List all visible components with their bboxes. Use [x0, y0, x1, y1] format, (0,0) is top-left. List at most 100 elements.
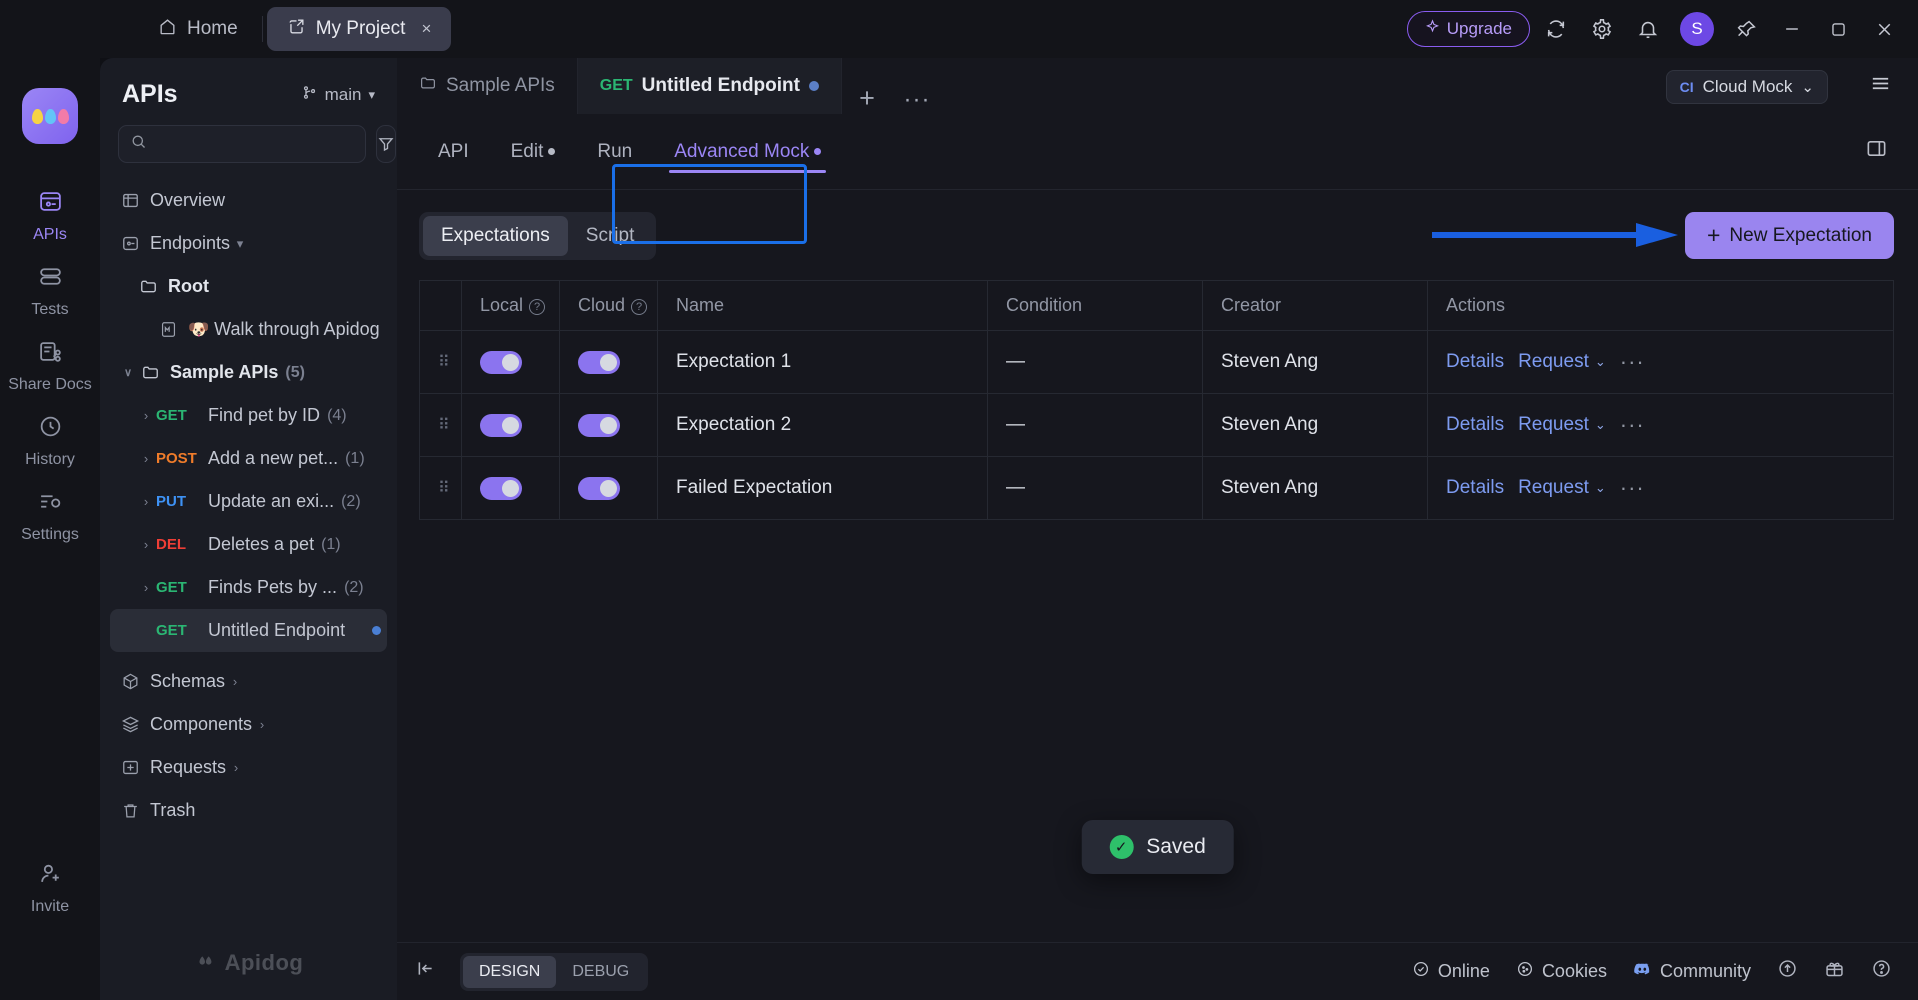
more-actions-icon[interactable]: ···: [1620, 412, 1645, 438]
drag-handle-icon[interactable]: ⠿: [419, 330, 462, 394]
sidebar-folder-root[interactable]: Root: [110, 265, 387, 308]
close-icon[interactable]: [1864, 9, 1904, 49]
drag-handle-icon[interactable]: ⠿: [419, 393, 462, 457]
mock-environment-selector[interactable]: CI Cloud Mock ⌄: [1665, 70, 1828, 104]
segment-script[interactable]: Script: [568, 216, 653, 256]
help-icon[interactable]: ?: [529, 299, 546, 315]
upgrade-button[interactable]: Upgrade: [1406, 11, 1530, 47]
drag-handle-icon[interactable]: ⠿: [419, 456, 462, 520]
window-tab-my-project[interactable]: My Project ×: [266, 7, 452, 51]
sidebar-endpoint-add-a-new-pet[interactable]: › POST Add a new pet... (1): [110, 437, 387, 480]
rail-item-invite[interactable]: Invite: [0, 844, 100, 1000]
chevron-down-icon[interactable]: ⌄: [1595, 417, 1606, 433]
status-community[interactable]: Community: [1633, 960, 1751, 984]
rail-item-apis[interactable]: APIs: [0, 172, 100, 247]
collapse-panel-icon[interactable]: [415, 958, 436, 985]
chevron-down-icon[interactable]: ∨: [118, 366, 138, 379]
new-expectation-button[interactable]: + New Expectation: [1684, 212, 1894, 259]
chevron-down-icon[interactable]: ▾: [230, 236, 250, 252]
request-link[interactable]: Request: [1518, 414, 1589, 436]
sidebar-item-trash[interactable]: Trash: [110, 789, 387, 832]
close-tab-icon[interactable]: ×: [421, 19, 431, 39]
avatar[interactable]: S: [1680, 12, 1714, 46]
more-actions-icon[interactable]: ···: [1620, 349, 1645, 375]
branch-label: main: [324, 84, 362, 104]
upload-icon[interactable]: [1777, 958, 1798, 985]
pin-icon[interactable]: [1726, 9, 1766, 49]
sidebar-folder-sample-apis[interactable]: ∨ Sample APIs (5): [110, 351, 387, 394]
cloud-toggle[interactable]: [578, 413, 620, 437]
chevron-right-icon[interactable]: ›: [136, 580, 156, 595]
details-link[interactable]: Details: [1446, 351, 1504, 373]
rail-item-history[interactable]: History: [0, 397, 100, 472]
local-toggle[interactable]: [480, 413, 522, 437]
sidebar-item-components[interactable]: Components ›: [110, 703, 387, 746]
chevron-right-icon[interactable]: ›: [226, 760, 246, 775]
status-cookies[interactable]: Cookies: [1516, 960, 1607, 983]
schemas-icon: [118, 672, 142, 691]
panel-toggle-icon[interactable]: [1865, 137, 1888, 166]
chevron-right-icon[interactable]: ›: [136, 537, 156, 552]
search-box[interactable]: [118, 125, 366, 163]
search-input[interactable]: [155, 135, 354, 153]
maximize-icon[interactable]: [1818, 9, 1858, 49]
cloud-toggle[interactable]: [578, 350, 620, 374]
new-tab-button[interactable]: +: [842, 83, 892, 114]
table-row[interactable]: ⠿ Failed Expectation — Steven Ang Detail…: [419, 456, 1894, 520]
local-toggle[interactable]: [480, 350, 522, 374]
chevron-down-icon[interactable]: ⌄: [1595, 354, 1606, 370]
rail-item-share-docs[interactable]: Share Docs: [0, 322, 100, 397]
sidebar-endpoint-finds-pets-by-status[interactable]: › GET Finds Pets by ... (2): [110, 566, 387, 609]
mode-design[interactable]: DESIGN: [463, 955, 557, 988]
tab-advanced-mock[interactable]: Advanced Mock: [653, 114, 842, 190]
sidebar-item-requests[interactable]: Requests ›: [110, 746, 387, 789]
bell-icon[interactable]: [1628, 9, 1668, 49]
request-link[interactable]: Request: [1518, 351, 1589, 373]
table-row[interactable]: ⠿ Expectation 2 — Steven Ang Details Req…: [419, 393, 1894, 457]
expectations-table: Local? Cloud? Name Condition Creator Act…: [419, 280, 1894, 520]
sidebar-endpoint-find-pet-by-id[interactable]: › GET Find pet by ID (4): [110, 394, 387, 437]
rail-item-tests[interactable]: Tests: [0, 247, 100, 322]
tab-api[interactable]: API: [417, 114, 490, 190]
details-link[interactable]: Details: [1446, 414, 1504, 436]
gift-icon[interactable]: [1824, 958, 1845, 985]
more-actions-icon[interactable]: ···: [1620, 475, 1645, 501]
tab-edit[interactable]: Edit: [490, 114, 577, 190]
sidebar-doc-walkthrough[interactable]: 🐶 Walk through Apidog: [110, 308, 387, 351]
chevron-right-icon[interactable]: ›: [136, 451, 156, 466]
window-tab-home[interactable]: Home: [138, 7, 258, 51]
filter-icon[interactable]: [376, 125, 396, 163]
editor-tab-untitled-endpoint[interactable]: GET Untitled Endpoint: [577, 58, 842, 114]
gear-icon[interactable]: [1582, 9, 1622, 49]
sidebar-item-schemas[interactable]: Schemas ›: [110, 660, 387, 703]
request-link[interactable]: Request: [1518, 477, 1589, 499]
sidebar-item-endpoints[interactable]: Endpoints ▾: [110, 222, 387, 265]
local-toggle[interactable]: [480, 476, 522, 500]
minimize-icon[interactable]: [1772, 9, 1812, 49]
branch-selector[interactable]: main ▾: [301, 84, 375, 106]
chevron-right-icon[interactable]: ›: [136, 494, 156, 509]
chevron-right-icon[interactable]: ›: [252, 717, 272, 732]
editor-tab-sample-apis[interactable]: Sample APIs: [397, 58, 578, 114]
help-icon[interactable]: [1871, 958, 1892, 985]
sidebar-endpoint-update-an-existing-pet[interactable]: › PUT Update an exi... (2): [110, 480, 387, 523]
details-link[interactable]: Details: [1446, 477, 1504, 499]
sync-icon[interactable]: [1536, 9, 1576, 49]
help-icon[interactable]: ?: [631, 299, 648, 315]
chevron-right-icon[interactable]: ›: [136, 408, 156, 423]
sidebar-endpoint-untitled-endpoint[interactable]: GET Untitled Endpoint: [110, 609, 387, 652]
table-row[interactable]: ⠿ Expectation 1 — Steven Ang Details Req…: [419, 330, 1894, 394]
sidebar-item-overview[interactable]: Overview: [110, 179, 387, 222]
more-tabs-button[interactable]: ···: [892, 86, 942, 114]
sidebar-endpoint-deletes-a-pet[interactable]: › DEL Deletes a pet (1): [110, 523, 387, 566]
chevron-down-icon[interactable]: ⌄: [1595, 480, 1606, 496]
status-online[interactable]: Online: [1412, 960, 1490, 983]
cloud-toggle[interactable]: [578, 476, 620, 500]
hamburger-icon[interactable]: [1869, 72, 1892, 101]
rail-item-settings[interactable]: Settings: [0, 472, 100, 547]
chevron-right-icon[interactable]: ›: [225, 674, 245, 689]
mode-debug[interactable]: DEBUG: [556, 956, 645, 988]
sidebar-footer-brand: Apidog: [100, 949, 397, 1000]
tab-run[interactable]: Run: [576, 114, 653, 190]
segment-expectations[interactable]: Expectations: [423, 216, 568, 256]
